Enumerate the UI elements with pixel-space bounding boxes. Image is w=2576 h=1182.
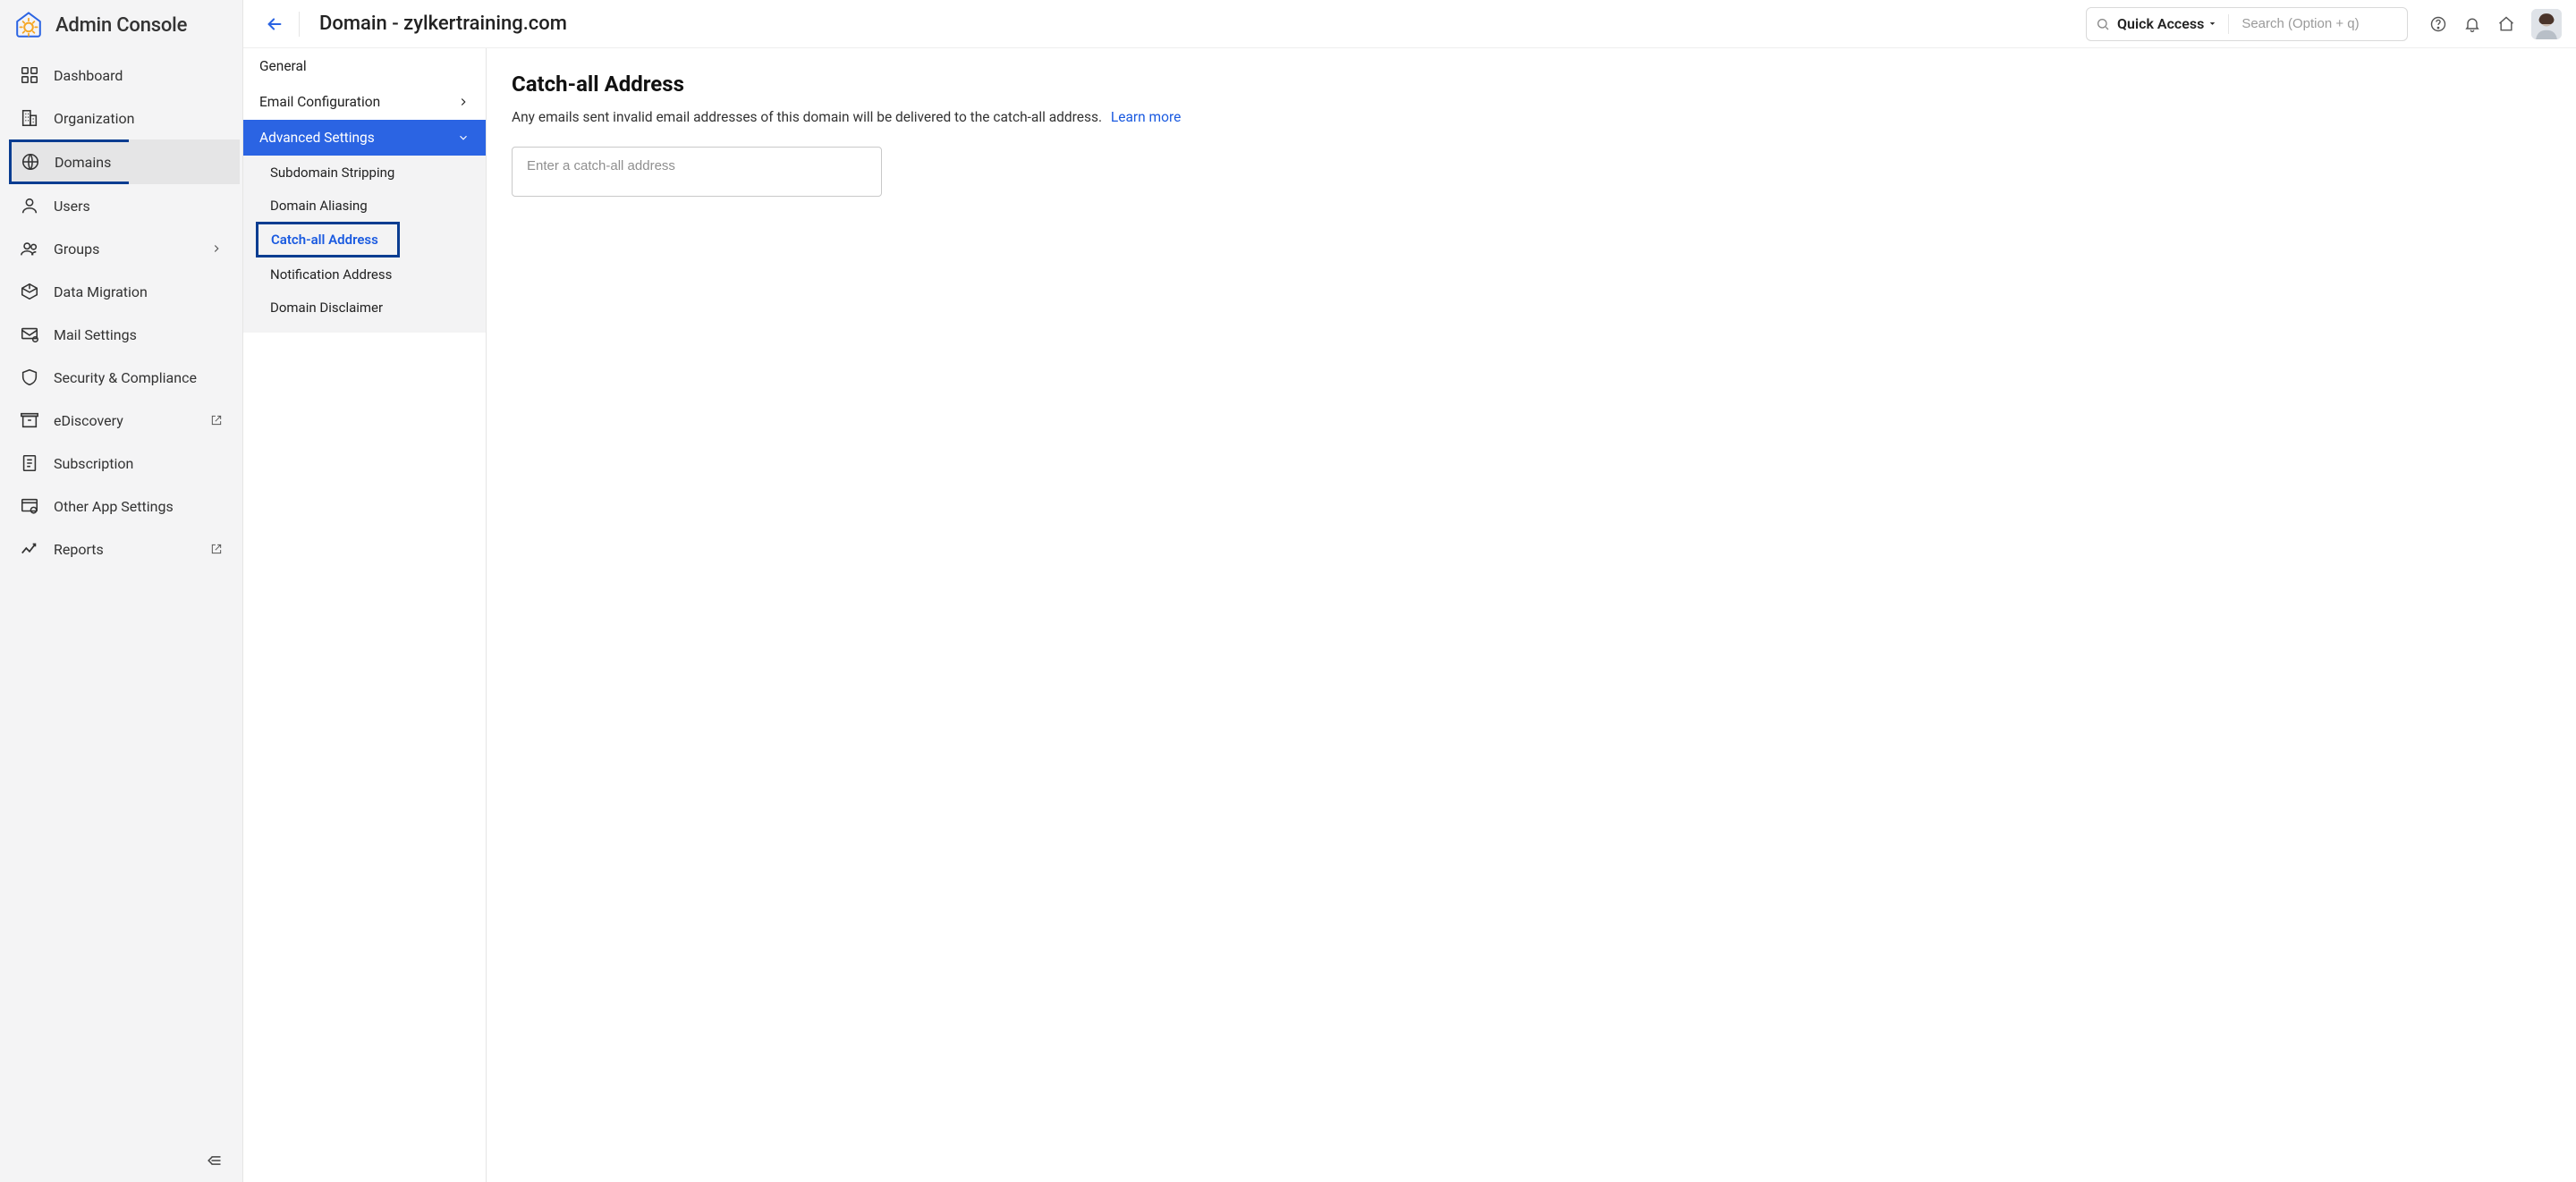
sidebar-item-subscription[interactable]: Subscription bbox=[0, 442, 242, 485]
archive-icon bbox=[20, 410, 39, 430]
sidebar-item-organization[interactable]: Organization bbox=[0, 97, 242, 139]
subpanel-item-advanced-settings[interactable]: Advanced Settings bbox=[243, 120, 486, 156]
catch-all-address-input[interactable] bbox=[525, 157, 869, 174]
search-icon bbox=[2096, 17, 2110, 31]
description-text: Any emails sent invalid email addresses … bbox=[512, 109, 1102, 125]
topbar: Domain - zylkertraining.com Quick Access bbox=[243, 0, 2576, 48]
sidebar-item-security[interactable]: Security & Compliance bbox=[0, 356, 242, 399]
sidebar-item-label: Domains bbox=[55, 154, 111, 171]
chevron-right-icon bbox=[210, 242, 223, 255]
catch-all-address-field[interactable] bbox=[512, 147, 882, 197]
groups-icon bbox=[20, 239, 39, 258]
external-link-icon bbox=[210, 543, 223, 555]
building-icon bbox=[20, 108, 39, 128]
sidebar-header: Admin Console bbox=[0, 0, 242, 48]
main-content: Catch-all Address Any emails sent invali… bbox=[487, 48, 1206, 1182]
subpanel-sub-domain-aliasing[interactable]: Domain Aliasing bbox=[243, 189, 486, 222]
breadcrumb: Domain - zylkertraining.com bbox=[319, 13, 567, 35]
quick-access-dropdown[interactable]: Quick Access bbox=[2117, 15, 2217, 32]
sidebar-item-reports[interactable]: Reports bbox=[0, 528, 242, 570]
sidebar-item-label: Other App Settings bbox=[54, 498, 174, 515]
bell-icon[interactable] bbox=[2463, 15, 2481, 33]
sidebar-item-groups[interactable]: Groups bbox=[0, 227, 242, 270]
page-description: Any emails sent invalid email addresses … bbox=[512, 109, 1181, 125]
app-settings-icon bbox=[20, 496, 39, 516]
globe-icon bbox=[21, 152, 40, 172]
shield-icon bbox=[20, 367, 39, 387]
subpanel-sub-catch-all-address[interactable]: Catch-all Address bbox=[256, 222, 400, 258]
subpanel-item-label: Advanced Settings bbox=[259, 130, 375, 146]
subpanel-sub-label: Notification Address bbox=[270, 266, 392, 283]
mail-gear-icon bbox=[20, 325, 39, 344]
subpanel-sub-subdomain-stripping[interactable]: Subdomain Stripping bbox=[243, 156, 486, 189]
sidebar-item-domains[interactable]: Domains bbox=[9, 139, 131, 184]
sidebar: Admin Console Dashboard bbox=[0, 0, 243, 1182]
sidebar-item-users[interactable]: Users bbox=[0, 184, 242, 227]
sidebar-item-ediscovery[interactable]: eDiscovery bbox=[0, 399, 242, 442]
sidebar-item-label: Users bbox=[54, 198, 90, 215]
advanced-settings-group: Subdomain Stripping Domain Aliasing Catc… bbox=[243, 156, 486, 333]
quick-access-search[interactable]: Quick Access bbox=[2086, 7, 2408, 41]
sidebar-item-dashboard[interactable]: Dashboard bbox=[0, 54, 242, 97]
subpanel-item-email-configuration[interactable]: Email Configuration bbox=[243, 84, 486, 120]
caret-down-icon bbox=[2207, 19, 2217, 29]
user-avatar[interactable] bbox=[2531, 9, 2562, 39]
invoice-icon bbox=[20, 453, 39, 473]
chevron-right-icon bbox=[457, 96, 470, 108]
chevron-down-icon bbox=[457, 131, 470, 144]
collapse-sidebar-button[interactable] bbox=[205, 1152, 223, 1169]
sidebar-item-label: Reports bbox=[54, 541, 104, 558]
divider bbox=[2228, 14, 2229, 34]
home-icon[interactable] bbox=[2497, 15, 2515, 33]
topbar-actions bbox=[2429, 9, 2562, 39]
sidebar-item-label: eDiscovery bbox=[54, 412, 123, 429]
sidebar-item-other-app-settings[interactable]: Other App Settings bbox=[0, 485, 242, 528]
learn-more-link[interactable]: Learn more bbox=[1111, 109, 1181, 125]
app-title: Admin Console bbox=[55, 14, 187, 37]
sidebar-item-label: Subscription bbox=[54, 455, 133, 472]
migration-icon bbox=[20, 282, 39, 301]
sidebar-item-data-migration[interactable]: Data Migration bbox=[0, 270, 242, 313]
dashboard-icon bbox=[20, 65, 39, 85]
app-logo-icon bbox=[14, 11, 43, 39]
sidebar-item-label: Dashboard bbox=[54, 67, 123, 84]
subpanel-sub-label: Subdomain Stripping bbox=[270, 165, 394, 181]
user-icon bbox=[20, 196, 39, 215]
external-link-icon bbox=[210, 414, 223, 426]
sidebar-item-label: Mail Settings bbox=[54, 326, 137, 343]
search-input[interactable] bbox=[2240, 15, 2383, 32]
subpanel-item-label: General bbox=[259, 58, 307, 74]
page-title: Catch-all Address bbox=[512, 72, 1181, 97]
subpanel-sub-label: Domain Aliasing bbox=[270, 198, 368, 214]
subpanel-sub-notification-address[interactable]: Notification Address bbox=[243, 258, 486, 291]
sidebar-item-mail-settings[interactable]: Mail Settings bbox=[0, 313, 242, 356]
chart-icon bbox=[20, 539, 39, 559]
subpanel-item-label: Email Configuration bbox=[259, 94, 380, 110]
subpanel-item-general[interactable]: General bbox=[243, 48, 486, 84]
subpanel-sub-domain-disclaimer[interactable]: Domain Disclaimer bbox=[243, 291, 486, 324]
sidebar-item-label: Organization bbox=[54, 110, 134, 127]
quick-access-label: Quick Access bbox=[2117, 15, 2204, 32]
back-button[interactable] bbox=[265, 14, 284, 34]
sidebar-nav: Dashboard Organization bbox=[0, 48, 242, 1182]
sidebar-item-label: Data Migration bbox=[54, 283, 148, 300]
sidebar-item-label: Security & Compliance bbox=[54, 369, 197, 386]
settings-subpanel: General Email Configuration Advanced Set… bbox=[243, 48, 487, 1182]
subpanel-sub-label: Catch-all Address bbox=[271, 232, 378, 248]
subpanel-sub-label: Domain Disclaimer bbox=[270, 300, 383, 316]
help-icon[interactable] bbox=[2429, 15, 2447, 33]
divider bbox=[299, 12, 300, 37]
sidebar-item-label: Groups bbox=[54, 241, 99, 258]
